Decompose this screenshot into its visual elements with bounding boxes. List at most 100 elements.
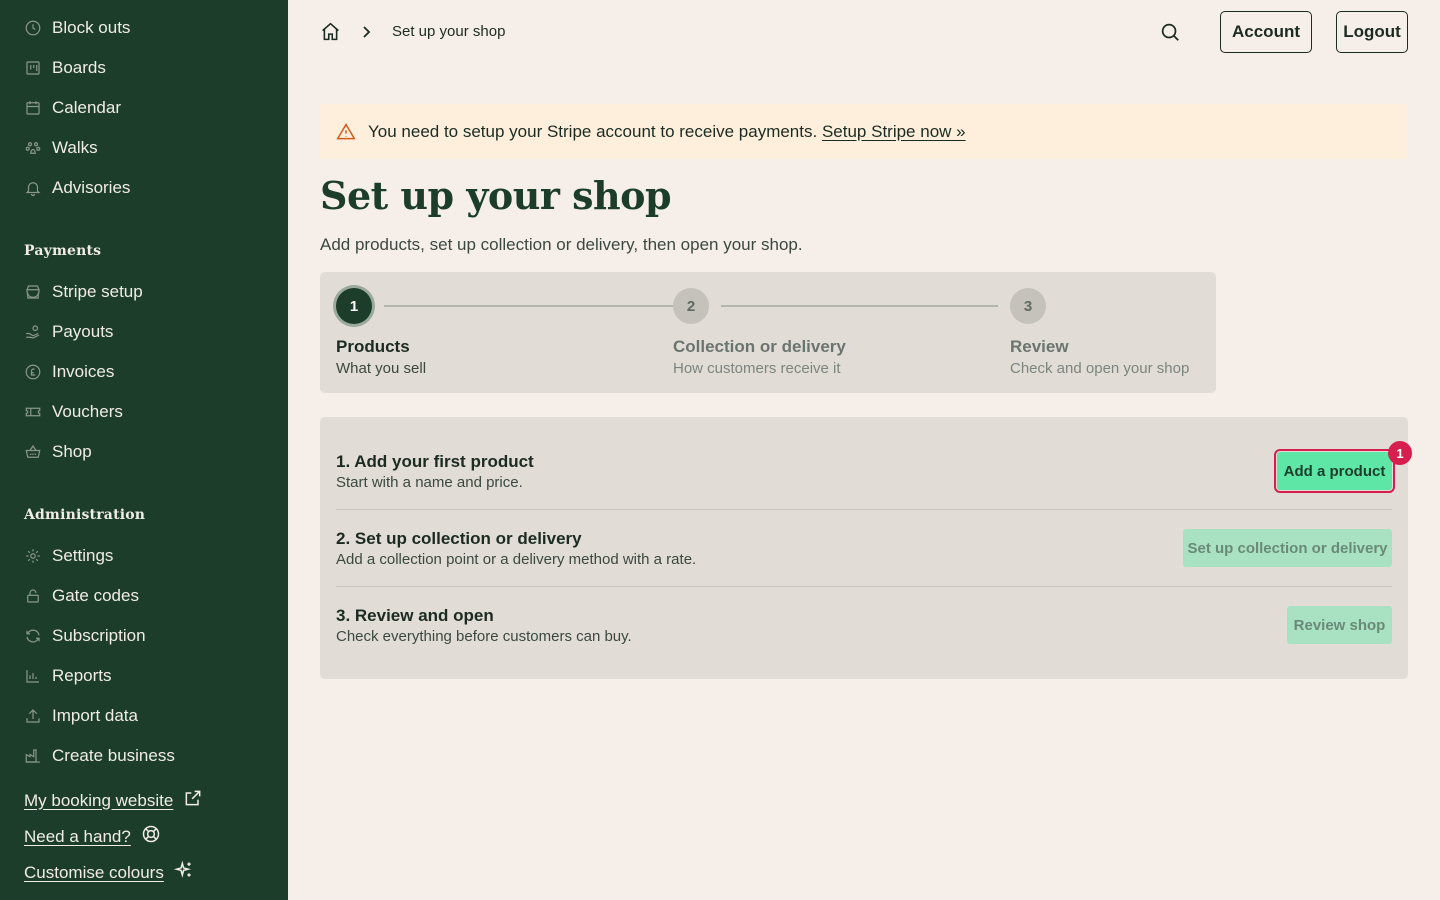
step-1-label: Products — [336, 337, 410, 356]
sidebar-item-label: Boards — [52, 58, 106, 77]
basket-icon — [24, 443, 42, 461]
gear-icon — [24, 547, 42, 565]
task-title: 1. Add your first product — [336, 452, 534, 471]
task-row-add-product: 1. Add your first product Start with a n… — [336, 452, 1392, 492]
setup-collection-delivery-button[interactable]: Set up collection or delivery — [1183, 529, 1392, 567]
task-row-review-open: 3. Review and open Check everything befo… — [336, 606, 1392, 646]
step-connector — [721, 305, 998, 307]
setup-stepper: 1 2 3 Products What you sell Collection … — [320, 272, 1216, 393]
upload-icon — [24, 707, 42, 725]
sidebar-item-boards[interactable]: Boards — [24, 56, 106, 80]
alert-message: You need to setup your Stripe account to… — [368, 122, 966, 142]
ticket-icon — [24, 403, 42, 421]
sidebar-item-label: Calendar — [52, 98, 121, 117]
setup-stripe-link[interactable]: Setup Stripe now » — [822, 122, 966, 141]
payments-section-title: Payments — [24, 243, 102, 259]
account-button[interactable]: Account — [1220, 11, 1312, 53]
sidebar-item-subscription[interactable]: Subscription — [24, 624, 146, 648]
task-desc: Check everything before customers can bu… — [336, 628, 632, 645]
sidebar-item-calendar[interactable]: Calendar — [24, 96, 121, 120]
board-icon — [24, 59, 42, 77]
divider — [336, 509, 1392, 510]
store-icon — [24, 283, 42, 301]
sidebar-item-label: Stripe setup — [52, 282, 143, 301]
administration-section-title: Administration — [24, 507, 146, 523]
my-booking-website-link[interactable]: My booking website — [24, 788, 203, 813]
step-2-label: Collection or delivery — [673, 337, 846, 356]
step-2-desc: How customers receive it — [673, 360, 841, 377]
bar-chart-icon — [24, 667, 42, 685]
sidebar-item-create-business[interactable]: Create business — [24, 744, 175, 768]
step-2-number[interactable]: 2 — [673, 288, 709, 324]
review-shop-button[interactable]: Review shop — [1287, 606, 1392, 644]
pound-coin-icon — [24, 363, 42, 381]
chevron-right-icon — [360, 24, 372, 40]
sidebar-item-settings[interactable]: Settings — [24, 544, 113, 568]
link-label: My booking website — [24, 790, 174, 810]
lifebuoy-icon — [141, 824, 161, 849]
sidebar-item-label: Import data — [52, 706, 138, 725]
calendar-icon — [24, 99, 42, 117]
hand-coins-icon — [24, 323, 42, 341]
page-subtitle: Add products, set up collection or deliv… — [320, 235, 803, 254]
warning-icon — [336, 122, 356, 142]
sparkles-icon — [173, 860, 194, 885]
sidebar-item-label: Create business — [52, 746, 175, 765]
step-connector — [384, 305, 674, 307]
sidebar-item-label: Invoices — [52, 362, 115, 381]
refresh-icon — [24, 627, 42, 645]
sidebar-item-label: Advisories — [52, 178, 131, 197]
step-3-desc: Check and open your shop — [1010, 360, 1190, 377]
add-product-button[interactable]: Add a product — [1274, 449, 1395, 493]
step-1-number[interactable]: 1 — [336, 288, 372, 324]
task-desc: Start with a name and price. — [336, 474, 523, 491]
sidebar-item-block-outs[interactable]: Block outs — [24, 16, 130, 40]
sidebar-item-label: Gate codes — [52, 586, 139, 605]
task-title: 2. Set up collection or delivery — [336, 529, 582, 548]
sidebar-item-advisories[interactable]: Advisories — [24, 176, 130, 200]
step-1-desc: What you sell — [336, 360, 427, 377]
external-link-icon — [183, 788, 203, 813]
setup-task-list: 1. Add your first product Start with a n… — [320, 417, 1412, 679]
sidebar-item-gate-codes[interactable]: Gate codes — [24, 584, 139, 608]
task-desc: Add a collection point or a delivery met… — [336, 551, 697, 568]
notification-badge: 1 — [1388, 441, 1412, 465]
sidebar-item-reports[interactable]: Reports — [24, 664, 112, 688]
sidebar-item-walks[interactable]: Walks — [24, 136, 98, 160]
alert-text: You need to setup your Stripe account to… — [368, 121, 818, 141]
sidebar-item-label: Shop — [52, 442, 92, 461]
bell-icon — [24, 179, 42, 197]
customise-colours-link[interactable]: Customise colours — [24, 860, 194, 885]
home-icon[interactable] — [320, 21, 341, 42]
clock-icon — [24, 19, 42, 37]
breadcrumb-current: Set up your shop — [392, 23, 506, 40]
sidebar: Block outs Boards Calendar Walks Advisor… — [0, 0, 288, 900]
sidebar-item-label: Walks — [52, 138, 98, 157]
need-a-hand-link[interactable]: Need a hand? — [24, 824, 161, 849]
sidebar-item-label: Payouts — [52, 322, 114, 341]
stripe-warning-alert: You need to setup your Stripe account to… — [320, 104, 1408, 159]
link-label: Customise colours — [24, 862, 164, 882]
sidebar-item-shop[interactable]: Shop — [24, 440, 92, 464]
sidebar-item-label: Block outs — [52, 18, 131, 37]
sidebar-item-label: Reports — [52, 666, 112, 685]
sidebar-item-import-data[interactable]: Import data — [24, 704, 138, 728]
sidebar-item-invoices[interactable]: Invoices — [24, 360, 114, 384]
divider — [336, 586, 1392, 587]
search-icon[interactable] — [1159, 21, 1181, 43]
task-title: 3. Review and open — [336, 606, 494, 625]
step-3-number[interactable]: 3 — [1010, 288, 1046, 324]
link-label: Need a hand? — [24, 826, 131, 846]
factory-icon — [24, 747, 42, 765]
sidebar-item-vouchers[interactable]: Vouchers — [24, 400, 123, 424]
logout-button[interactable]: Logout — [1336, 11, 1408, 53]
sidebar-item-label: Subscription — [52, 626, 146, 645]
page-title: Set up your shop — [320, 173, 672, 218]
sidebar-item-label: Settings — [52, 546, 114, 565]
step-3-label: Review — [1010, 337, 1069, 356]
paw-icon — [24, 139, 42, 157]
sidebar-item-stripe-setup[interactable]: Stripe setup — [24, 280, 143, 304]
lock-icon — [24, 587, 42, 605]
sidebar-item-payouts[interactable]: Payouts — [24, 320, 113, 344]
sidebar-item-label: Vouchers — [52, 402, 123, 421]
